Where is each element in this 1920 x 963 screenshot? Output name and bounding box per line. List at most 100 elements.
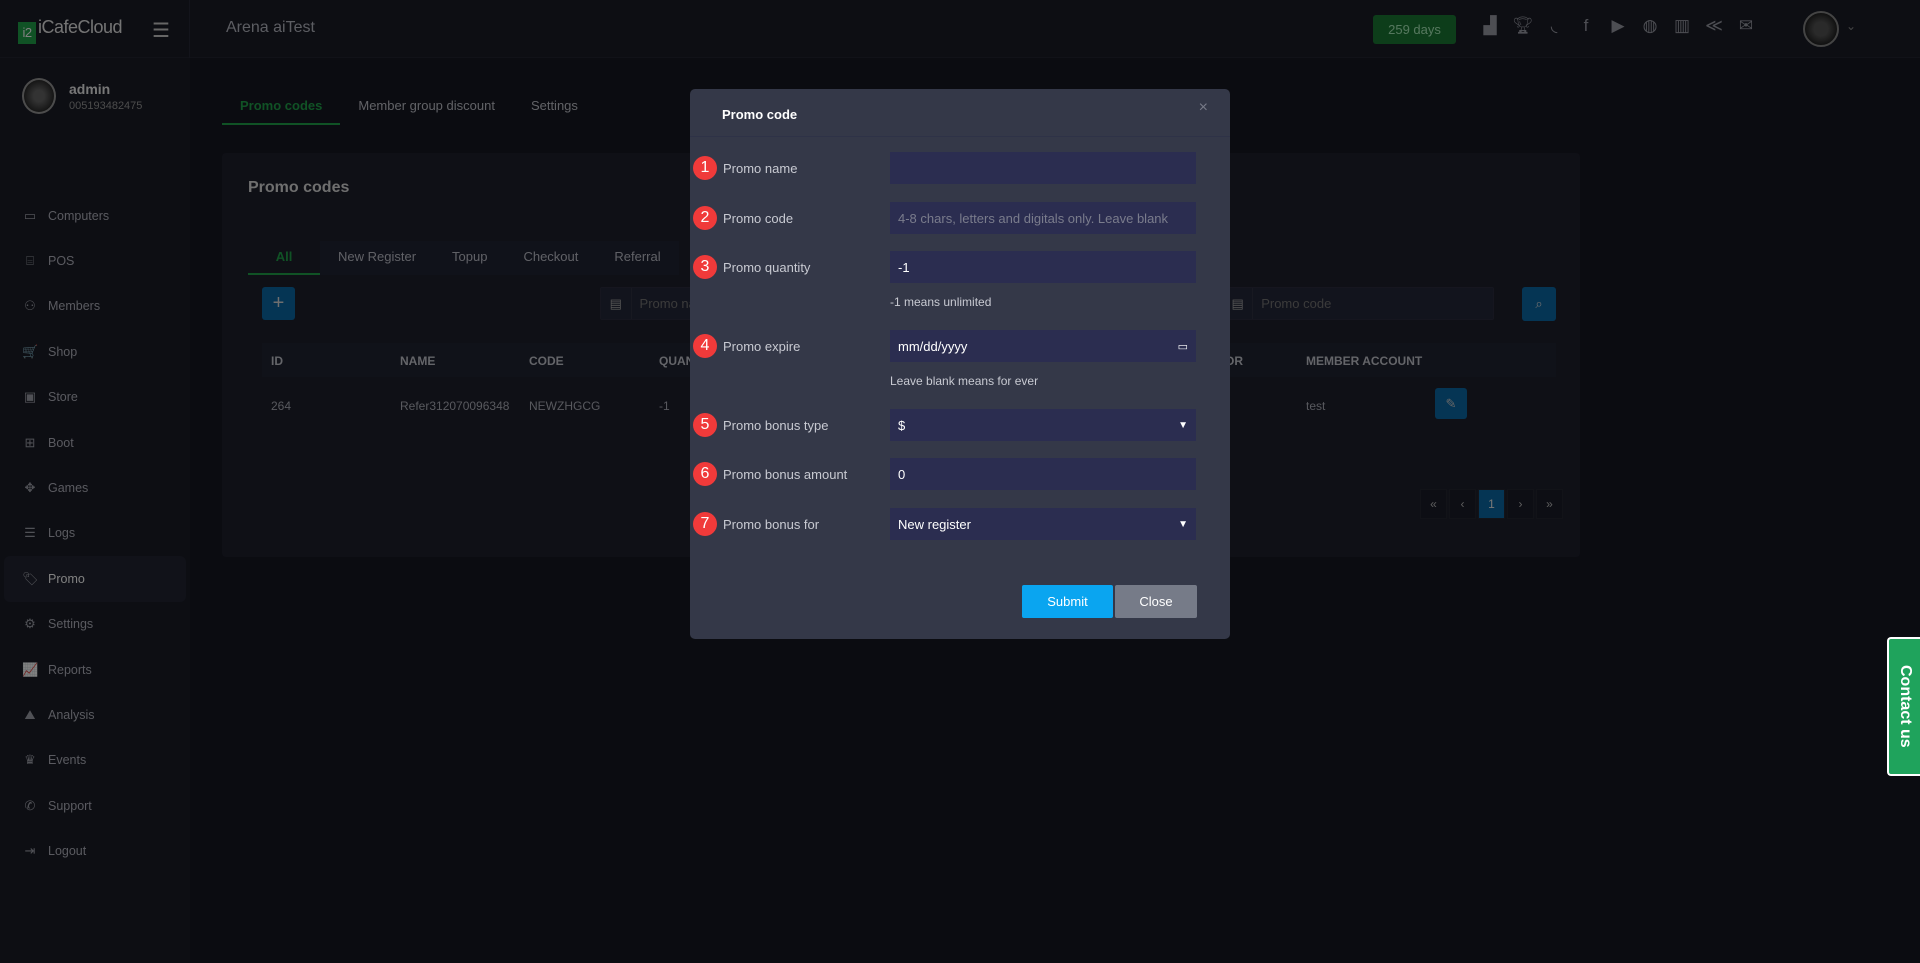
sidebar-item-computers[interactable]: ▭ Computers <box>0 193 190 238</box>
step-number-badge: 6 <box>693 462 717 486</box>
sidebar-item-store[interactable]: ▣ Store <box>0 375 190 420</box>
filter-tab-topup[interactable]: Topup <box>434 241 505 275</box>
sidebar-item-events[interactable]: ♛ Events <box>0 738 190 783</box>
cell-member: test <box>1306 399 1326 413</box>
license-days-badge[interactable]: 259 days <box>1373 15 1456 44</box>
sidebar-item-logs[interactable]: ☰ Logs <box>0 511 190 556</box>
modal-header: Promo code × <box>690 89 1230 137</box>
sidebar-item-analysis[interactable]: ⛰ Analysis <box>0 692 190 737</box>
promo-name-input[interactable] <box>890 152 1196 184</box>
menu-toggle-icon[interactable]: ☰ <box>152 18 170 43</box>
avatar[interactable] <box>1803 11 1839 47</box>
field-value: -1 <box>898 259 910 275</box>
support-icon: ✆ <box>24 797 36 813</box>
computers-icon: ▭ <box>23 207 37 223</box>
promo-icon: 🏷 <box>22 570 39 586</box>
edit-button[interactable]: ✎ <box>1435 388 1467 419</box>
sidebar-item-label: Games <box>48 481 89 496</box>
sidebar-item-support[interactable]: ✆ Support <box>0 783 190 828</box>
logs-icon: ☰ <box>24 525 36 541</box>
promo-bonus-amount-input[interactable]: 0 <box>890 458 1196 490</box>
contact-us-button[interactable]: Contact us <box>1887 637 1920 776</box>
field-label: Promo bonus for <box>723 517 820 532</box>
cafe-name: Arena aiTest <box>226 19 315 36</box>
promo-code-input[interactable]: 4-8 chars, letters and digitals only. Le… <box>890 202 1196 234</box>
filter-tab-all[interactable]: All <box>248 241 320 275</box>
step-number-badge: 2 <box>693 206 717 230</box>
close-icon[interactable]: × <box>1199 99 1208 117</box>
step-number-badge: 7 <box>693 512 717 536</box>
page-first[interactable]: « <box>1420 489 1447 519</box>
search-icon: ⌕ <box>1535 296 1543 311</box>
chevron-down-icon[interactable]: ⌄ <box>1846 19 1856 33</box>
filter-tab-referral[interactable]: Referral <box>596 241 678 275</box>
add-promo-button[interactable]: + <box>262 287 295 320</box>
promo-quantity-input[interactable]: -1 <box>890 251 1196 283</box>
ranking-icon[interactable]: ▟ <box>1480 16 1500 38</box>
sidebar-item-boot[interactable]: ⊞ Boot <box>0 420 190 465</box>
sidebar: admin 005193482475 ▭ Computers ⌸ POS ⚇ Member… <box>0 58 190 963</box>
sidebar-item-pos[interactable]: ⌸ POS <box>0 238 190 283</box>
page-next[interactable]: › <box>1507 489 1534 519</box>
sidebar-item-label: Events <box>48 753 87 768</box>
facebook-icon[interactable]: f <box>1576 16 1596 38</box>
globe-icon[interactable]: ◍ <box>1640 16 1660 38</box>
sidebar-item-settings[interactable]: ⚙ Settings <box>0 602 190 647</box>
page-last[interactable]: » <box>1536 489 1563 519</box>
youtube-icon[interactable]: ▶ <box>1608 16 1628 38</box>
sidebar-item-logout[interactable]: ⇥ Logout <box>0 828 190 873</box>
calendar-icon[interactable]: ▭ <box>1178 340 1188 353</box>
sidebar-item-games[interactable]: ✥ Games <box>0 465 190 510</box>
sidebar-item-label: Computers <box>48 208 110 223</box>
trophy-icon[interactable]: 🏆︎ <box>1512 16 1534 38</box>
tab-settings[interactable]: Settings <box>513 93 596 125</box>
sidebar-item-label: Store <box>48 390 78 405</box>
sidebar-item-label: POS <box>48 254 75 269</box>
promo-code-search: ▤ <box>1222 287 1494 320</box>
shop-icon: 🛒 <box>22 343 39 359</box>
sidebar-item-label: Shop <box>48 344 78 359</box>
field-label: Promo name <box>723 161 798 176</box>
page-1[interactable]: 1 <box>1478 489 1505 519</box>
field-value: New register <box>898 516 971 532</box>
logo[interactable]: i2 iCafeCloud <box>18 17 123 44</box>
chevron-down-icon: ▼ <box>1178 419 1188 431</box>
submit-button[interactable]: Submit <box>1022 585 1113 618</box>
sidebar-item-promo[interactable]: 🏷 Promo <box>4 556 186 602</box>
tab-promo-codes[interactable]: Promo codes <box>222 93 341 125</box>
field-value: mm/dd/yyyy <box>898 338 968 354</box>
close-button[interactable]: Close <box>1115 585 1197 618</box>
tab-member-group-discount[interactable]: Member group discount <box>340 93 513 125</box>
page-prev[interactable]: ‹ <box>1449 489 1476 519</box>
wiki-icon[interactable]: ≪ <box>1704 16 1724 38</box>
rss-icon[interactable]: ◟ <box>1544 16 1564 38</box>
logo-mark-icon: i2 <box>18 22 36 44</box>
search-button[interactable]: ⌕ <box>1522 287 1556 321</box>
pagination: « ‹ 1 › » <box>1420 489 1563 519</box>
sidebar-item-shop[interactable]: 🛒 Shop <box>0 329 190 374</box>
cell-quantity: -1 <box>659 399 670 413</box>
promo-bonus-type-select[interactable]: $ ▼ <box>890 409 1196 441</box>
step-number-badge: 5 <box>693 413 717 437</box>
sidebar-item-members[interactable]: ⚇ Members <box>0 284 190 329</box>
members-icon: ⚇ <box>24 298 36 314</box>
promo-code-search-input[interactable] <box>1253 296 1493 311</box>
card-title: Promo codes <box>248 179 350 196</box>
field-label: Promo bonus amount <box>723 467 848 482</box>
user-name: admin <box>69 81 111 97</box>
user-id: 005193482475 <box>69 100 143 112</box>
field-help-text: -1 means unlimited <box>890 295 992 309</box>
logout-icon: ⇥ <box>24 843 36 859</box>
promo-expire-input[interactable]: mm/dd/yyyy ▭ <box>890 330 1196 362</box>
icafe-icon[interactable]: ▥ <box>1672 16 1692 38</box>
filter-tab-new-register[interactable]: New Register <box>320 241 434 275</box>
logo-text: iCafeCloud <box>38 17 123 37</box>
sidebar-item-label: Reports <box>48 662 92 677</box>
step-number-badge: 3 <box>693 255 717 279</box>
mail-icon[interactable]: ✉ <box>1736 16 1756 38</box>
promo-bonus-for-select[interactable]: New register ▼ <box>890 508 1196 540</box>
avatar <box>22 78 56 114</box>
sidebar-item-reports[interactable]: 📈 Reports <box>0 647 190 692</box>
filter-tab-checkout[interactable]: Checkout <box>505 241 596 275</box>
games-icon: ✥ <box>24 480 36 496</box>
